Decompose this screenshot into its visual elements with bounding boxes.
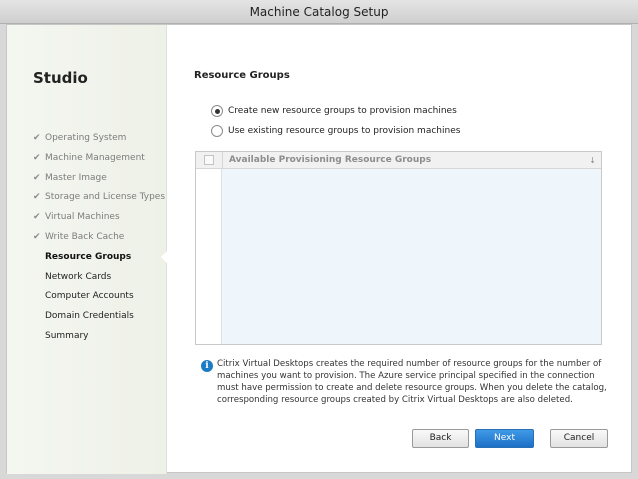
checkbox-column: [196, 169, 222, 344]
checkmark-icon: ✔: [33, 172, 41, 183]
step-storage-license: ✔ Storage and License Types: [33, 188, 167, 208]
step-label: Machine Management: [45, 152, 145, 163]
cancel-button[interactable]: Cancel: [550, 429, 608, 448]
step-label: Operating System: [45, 133, 127, 143]
step-list: ✔ Operating System ✔ Machine Management …: [33, 129, 167, 347]
checkmark-icon: ✔: [33, 133, 41, 143]
checkmark-icon: ✔: [33, 192, 41, 203]
option-use-existing[interactable]: Use existing resource groups to provisio…: [211, 124, 471, 138]
next-button[interactable]: Next: [475, 429, 534, 448]
radio-button[interactable]: [211, 125, 223, 137]
option-label: Use existing resource groups to provisio…: [228, 126, 461, 136]
step-label: Storage and License Types: [45, 192, 166, 203]
step-label: Master Image: [45, 172, 107, 183]
page-title: Resource Groups: [194, 70, 290, 81]
step-computer-accounts: Computer Accounts: [33, 287, 167, 307]
step-operating-system: ✔ Operating System: [33, 129, 167, 149]
checkmark-icon: ✔: [33, 231, 41, 242]
option-create-new[interactable]: Create new resource groups to provision …: [211, 104, 471, 118]
step-machine-management: ✔ Machine Management: [33, 149, 167, 169]
option-label: Create new resource groups to provision …: [228, 106, 457, 116]
step-master-image: ✔ Master Image: [33, 169, 167, 189]
step-virtual-machines: ✔ Virtual Machines: [33, 208, 167, 228]
checkmark-icon: ✔: [33, 212, 41, 223]
window-title: Machine Catalog Setup: [0, 0, 638, 24]
wizard-content: Resource Groups Create new resource grou…: [167, 25, 631, 472]
step-domain-credentials: Domain Credentials: [33, 307, 167, 327]
wizard-frame: Studio ✔ Operating System ✔ Machine Mana…: [6, 24, 632, 474]
info-text: Citrix Virtual Desktops creates the requ…: [217, 359, 607, 405]
step-resource-groups: Resource Groups: [33, 248, 167, 268]
step-network-cards: Network Cards: [33, 268, 167, 288]
resource-groups-table[interactable]: Available Provisioning Resource Groups ↓: [195, 151, 602, 345]
app-name: Studio: [33, 69, 88, 87]
table-body: [222, 169, 601, 344]
step-label: Write Back Cache: [45, 231, 125, 242]
column-divider: [222, 152, 223, 169]
column-header-label[interactable]: Available Provisioning Resource Groups: [229, 152, 431, 169]
back-button[interactable]: Back: [412, 429, 469, 448]
step-label: Resource Groups: [45, 251, 132, 262]
radio-button-selected[interactable]: [211, 105, 223, 117]
step-write-back-cache: ✔ Write Back Cache: [33, 228, 167, 248]
sort-arrow-icon[interactable]: ↓: [589, 152, 596, 169]
checkmark-icon: ✔: [33, 152, 41, 163]
step-label: Computer Accounts: [45, 291, 134, 302]
wizard-sidebar: Studio ✔ Operating System ✔ Machine Mana…: [7, 25, 167, 474]
select-all-checkbox[interactable]: [204, 155, 214, 165]
step-label: Domain Credentials: [45, 311, 134, 322]
step-label: Summary: [45, 330, 89, 341]
info-icon: i: [201, 360, 213, 372]
step-label: Network Cards: [45, 271, 112, 282]
table-header: Available Provisioning Resource Groups ↓: [196, 152, 601, 169]
step-summary: Summary: [33, 327, 167, 347]
step-label: Virtual Machines: [45, 212, 120, 223]
